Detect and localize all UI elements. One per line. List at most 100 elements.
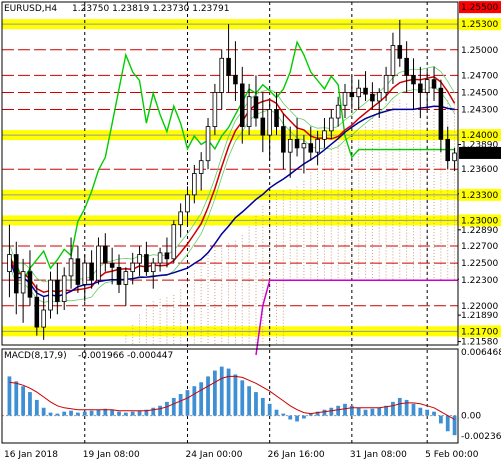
price-level-label: 1.24000 — [461, 131, 498, 141]
price-tick-label: 1.22890 — [461, 226, 498, 236]
candle-body — [89, 262, 94, 281]
macd-bar — [404, 399, 409, 416]
candle-body — [260, 117, 266, 136]
macd-bar — [199, 382, 204, 416]
macd-bar — [267, 403, 272, 416]
candle-body — [96, 245, 101, 281]
macd-bar — [329, 407, 334, 416]
price-level-label: 1.23000 — [461, 216, 498, 226]
macd-title: MACD(8,17,9) — [4, 351, 67, 361]
candle-body — [418, 83, 423, 93]
candle-body — [144, 254, 149, 273]
macd-bar — [117, 411, 121, 416]
price-level-label: 1.21700 — [461, 327, 498, 337]
candle-body — [103, 245, 108, 264]
macd-bar — [349, 405, 354, 416]
candle-body — [185, 194, 190, 213]
price-level-label: 1.25300 — [461, 20, 498, 30]
candle-body — [452, 152, 457, 162]
macd-bar — [322, 409, 327, 416]
chart-title: EURUSD,H4 — [4, 4, 57, 14]
candle-body — [349, 92, 355, 98]
macd-bar — [219, 366, 224, 416]
macd-tick-label: 0.006468 — [461, 348, 501, 358]
time-label: 31 Jan 08:00 — [350, 450, 407, 460]
candle-body — [404, 57, 409, 76]
candle-body — [431, 79, 437, 89]
candle-body — [178, 211, 183, 226]
candle-body — [308, 143, 314, 153]
candle-body — [294, 138, 300, 149]
price-level-label: 1.24500 — [461, 88, 498, 98]
candle-body — [68, 258, 74, 277]
macd-bar — [247, 386, 252, 416]
macd-bar — [21, 386, 26, 416]
candle-body — [233, 74, 238, 85]
candle-body — [274, 109, 279, 127]
candle-body — [424, 79, 430, 93]
macd-bar — [130, 411, 135, 416]
macd-bar — [336, 405, 341, 416]
candle-body — [164, 252, 170, 260]
candle-body — [267, 109, 272, 136]
macd-bar — [226, 368, 231, 416]
candle-body — [130, 262, 135, 273]
macd-bar — [123, 412, 128, 416]
candle-body — [20, 271, 26, 294]
macd-bar — [151, 407, 156, 416]
candle-body — [116, 266, 122, 285]
candle-body — [150, 262, 156, 273]
candle-body — [109, 262, 115, 268]
candle-body — [315, 138, 320, 153]
macd-bar — [411, 403, 416, 416]
macd-bar — [34, 399, 39, 416]
macd-bar — [260, 397, 265, 416]
candle-body — [246, 96, 252, 127]
macd-bar — [165, 401, 169, 416]
candle-body — [322, 130, 327, 140]
time-label: 5 Feb 00:00 — [425, 450, 479, 460]
candle-body — [205, 126, 211, 162]
macd-bar — [233, 374, 238, 416]
macd-bar — [62, 411, 67, 416]
time-label: 24 Jan 00:00 — [185, 450, 242, 460]
candle-body — [82, 262, 88, 285]
price-level-label: 1.24300 — [461, 106, 498, 116]
candle-body — [212, 92, 218, 127]
macd-bar — [206, 376, 210, 416]
ohlc-readout: 1.23750 1.23819 1.23730 1.23791 — [72, 4, 229, 14]
candle-body — [239, 83, 245, 127]
time-label: 26 Jan 16:00 — [268, 450, 325, 460]
macd-bar — [178, 394, 183, 416]
macd-bar — [432, 411, 436, 416]
macd-bar — [254, 392, 258, 416]
macd-bar — [377, 407, 382, 416]
candle-body — [198, 160, 204, 174]
macd-bar — [281, 413, 286, 416]
macd-bar — [295, 415, 299, 422]
macd-bar — [356, 407, 361, 416]
candle-body — [411, 74, 416, 85]
candle-body — [445, 138, 451, 162]
macd-bar — [240, 380, 245, 416]
macd-bar — [185, 390, 190, 416]
candle-body — [390, 45, 396, 76]
candle-body — [41, 309, 46, 328]
candle-body — [287, 138, 293, 153]
price-level-label: 1.23600 — [461, 165, 498, 175]
price-level-label: 1.22500 — [461, 259, 498, 269]
macd-bar — [55, 413, 60, 416]
macd-bar — [288, 415, 293, 420]
candle-body — [356, 87, 361, 98]
macd-bar — [171, 397, 176, 416]
candle-body — [27, 271, 33, 298]
candle-body — [192, 173, 197, 196]
macd-bar — [418, 407, 423, 416]
candle-body — [438, 87, 444, 140]
macd-bar — [41, 407, 46, 416]
candle-body — [13, 254, 19, 294]
macd-bar — [96, 409, 101, 416]
macd-bar — [158, 405, 162, 416]
price-level-label: 1.22700 — [461, 242, 498, 252]
macd-tick-label: -0.002367 — [461, 432, 501, 442]
